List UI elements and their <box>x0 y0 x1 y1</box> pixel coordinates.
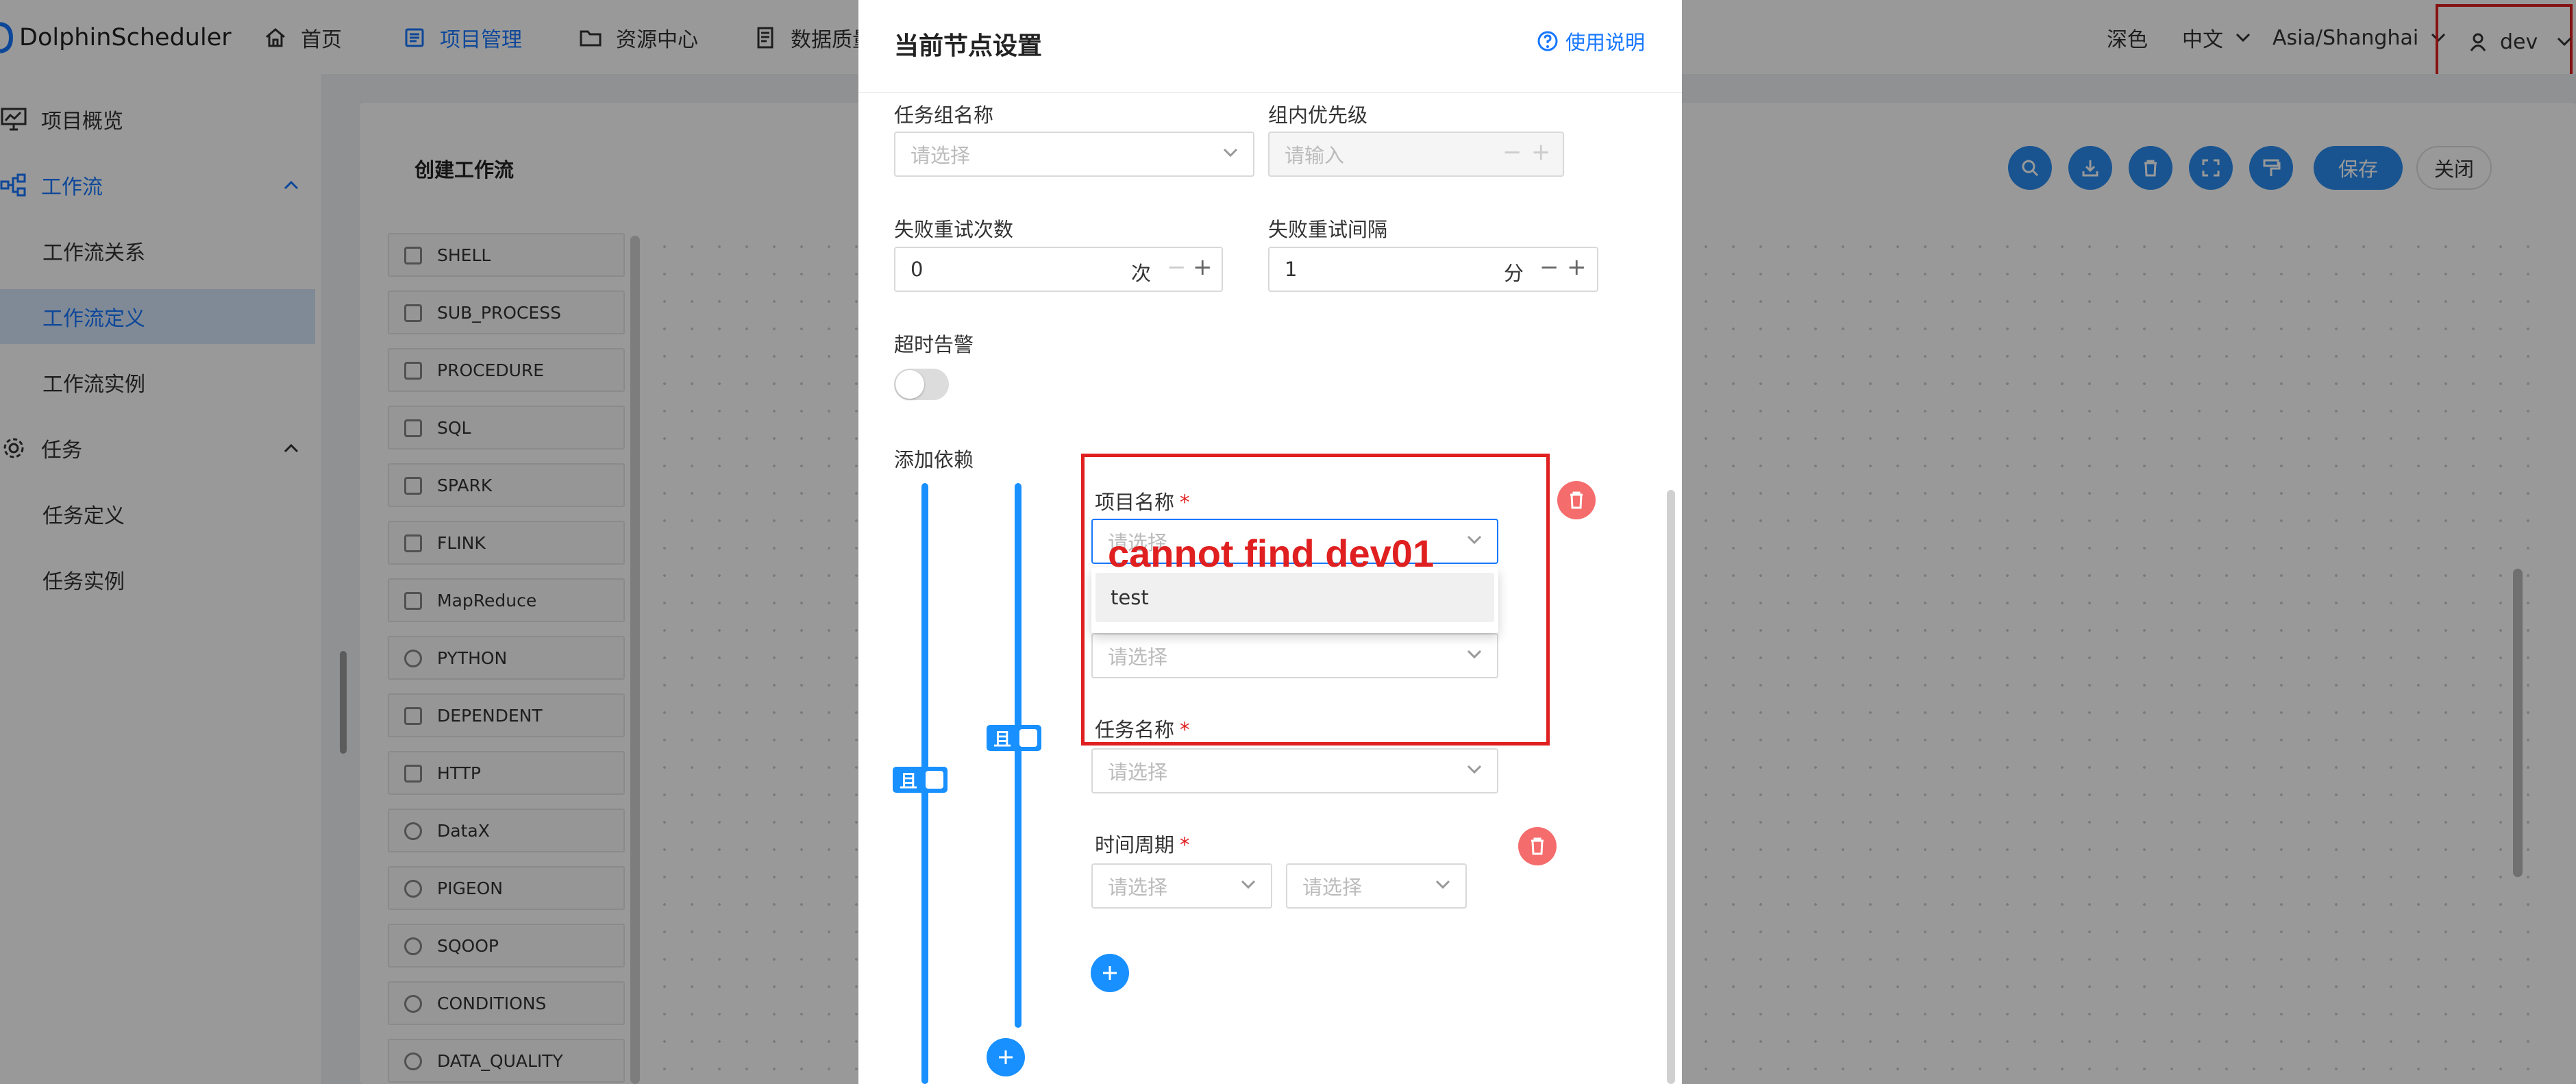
relation-switch <box>1018 728 1039 748</box>
retry-times-value: 0 <box>911 258 924 281</box>
help-label: 使用说明 <box>1565 31 1646 54</box>
relation-toggle-outer[interactable]: 且 <box>893 767 948 793</box>
timeout-label: 超时告警 <box>894 333 974 356</box>
plus-icon <box>1101 964 1119 982</box>
priority-input[interactable]: 请输入 − + <box>1268 132 1564 177</box>
cycle-label-text: 时间周期 <box>1095 833 1175 857</box>
help-link[interactable]: 使用说明 <box>1537 27 1645 55</box>
minus-icon[interactable]: − <box>1502 138 1522 166</box>
trash-icon <box>1528 837 1546 856</box>
and-label: 且 <box>993 729 1012 750</box>
and-label: 且 <box>900 771 918 792</box>
plus-icon[interactable]: + <box>1193 254 1213 281</box>
relation-switch <box>924 769 945 790</box>
cycle-select[interactable]: 请选择 <box>1091 863 1272 909</box>
minus-icon[interactable]: − <box>1167 254 1187 281</box>
annotation-text: cannot find dev01 <box>1108 532 1435 575</box>
retry-times-unit: 次 <box>1131 262 1152 285</box>
priority-label: 组内优先级 <box>1268 103 1368 127</box>
annotation-box <box>1081 454 1550 746</box>
trash-icon <box>1568 491 1585 510</box>
task-group-select[interactable]: 请选择 <box>894 132 1254 177</box>
retry-interval-unit: 分 <box>1504 262 1524 285</box>
dependency-label: 添加依赖 <box>894 448 974 471</box>
chevron-down-icon <box>1435 880 1450 889</box>
timeout-switch[interactable] <box>894 369 949 400</box>
drawer-scrollbar[interactable] <box>1667 490 1675 1084</box>
date-value-select[interactable]: 请选择 <box>1286 863 1467 909</box>
required-mark: * <box>1180 833 1190 857</box>
drawer-title: 当前节点设置 <box>894 32 1043 60</box>
relation-toggle-inner[interactable]: 且 <box>987 725 1042 751</box>
retry-times-label: 失败重试次数 <box>894 218 1014 241</box>
task-group-label: 任务组名称 <box>894 103 994 127</box>
minus-icon[interactable]: − <box>1539 254 1559 281</box>
divider <box>858 92 1682 93</box>
question-icon <box>1537 30 1559 52</box>
retry-interval-value: 1 <box>1285 258 1298 281</box>
task-group-placeholder: 请选择 <box>911 144 971 167</box>
task-name-select[interactable]: 请选择 <box>1091 748 1498 793</box>
chevron-down-icon <box>1467 765 1482 774</box>
chevron-down-icon <box>1223 148 1238 158</box>
plus-icon <box>997 1048 1015 1066</box>
plus-icon[interactable]: + <box>1567 254 1587 281</box>
retry-interval-label: 失败重试间隔 <box>1268 218 1388 241</box>
cycle-placeholder: 请选择 <box>1108 876 1168 899</box>
delete-dependency-button[interactable] <box>1557 481 1596 519</box>
cycle-label: 时间周期 * <box>1095 829 1190 858</box>
chevron-down-icon <box>1241 880 1256 889</box>
relation-line-inner <box>1015 483 1021 1028</box>
delete-dependency-button[interactable] <box>1518 827 1557 865</box>
switch-knob <box>895 370 924 399</box>
retry-interval-input[interactable]: 1 分 − + <box>1268 247 1598 292</box>
priority-placeholder: 请输入 <box>1285 144 1345 167</box>
date-value-placeholder: 请选择 <box>1302 876 1363 899</box>
retry-times-input[interactable]: 0 次 − + <box>894 247 1223 292</box>
add-dependency-button[interactable] <box>1091 954 1129 992</box>
plus-icon[interactable]: + <box>1531 138 1551 166</box>
task-placeholder: 请选择 <box>1108 761 1168 784</box>
add-group-button[interactable] <box>987 1038 1025 1076</box>
